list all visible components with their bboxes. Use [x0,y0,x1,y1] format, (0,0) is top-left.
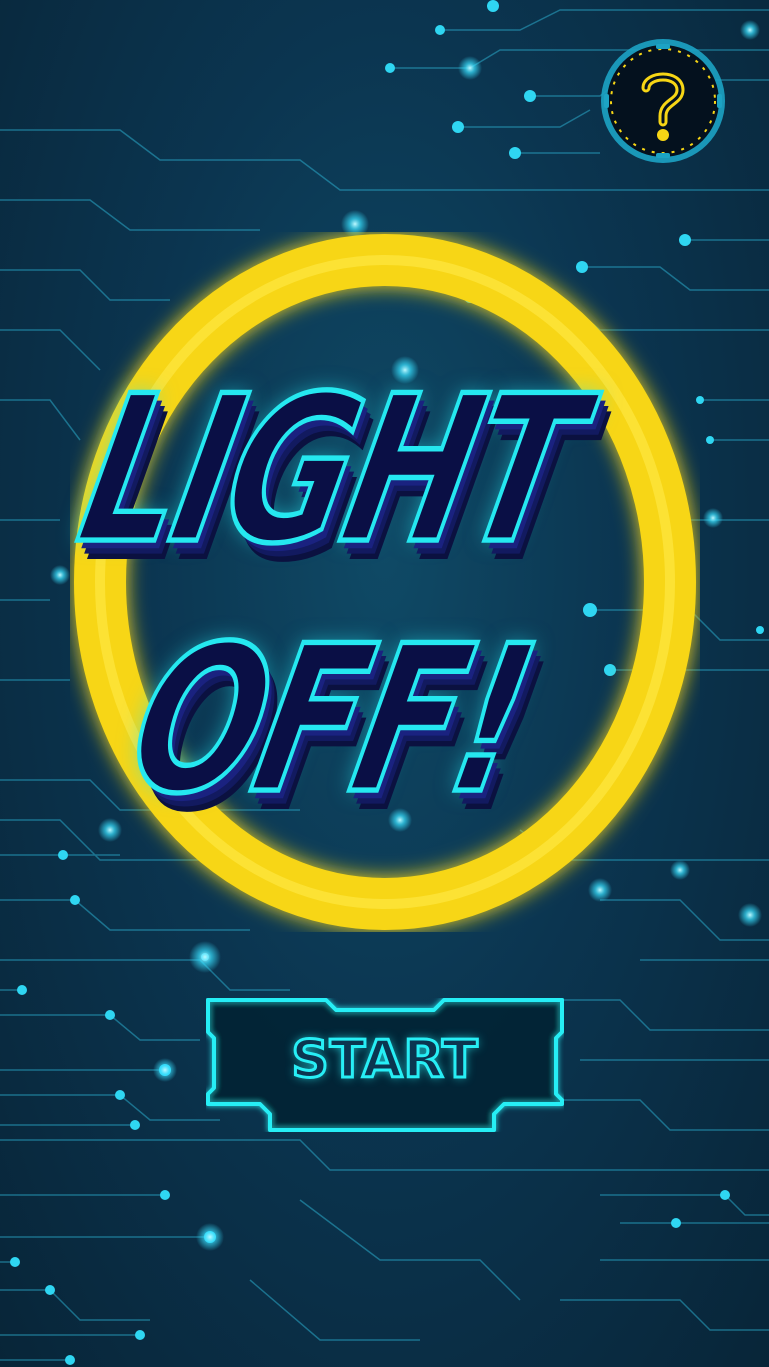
start-button[interactable]: START [206,998,564,1132]
question-mark-icon [601,39,725,163]
start-button-label: START [290,1029,479,1092]
game-logo: LIGHT OFF! [40,351,740,860]
help-button[interactable] [598,36,728,166]
title-line-off: OFF! [111,601,550,841]
title-line-light: LIGHT [61,351,598,591]
game-title-screen: LIGHT OFF! START [0,0,769,1367]
